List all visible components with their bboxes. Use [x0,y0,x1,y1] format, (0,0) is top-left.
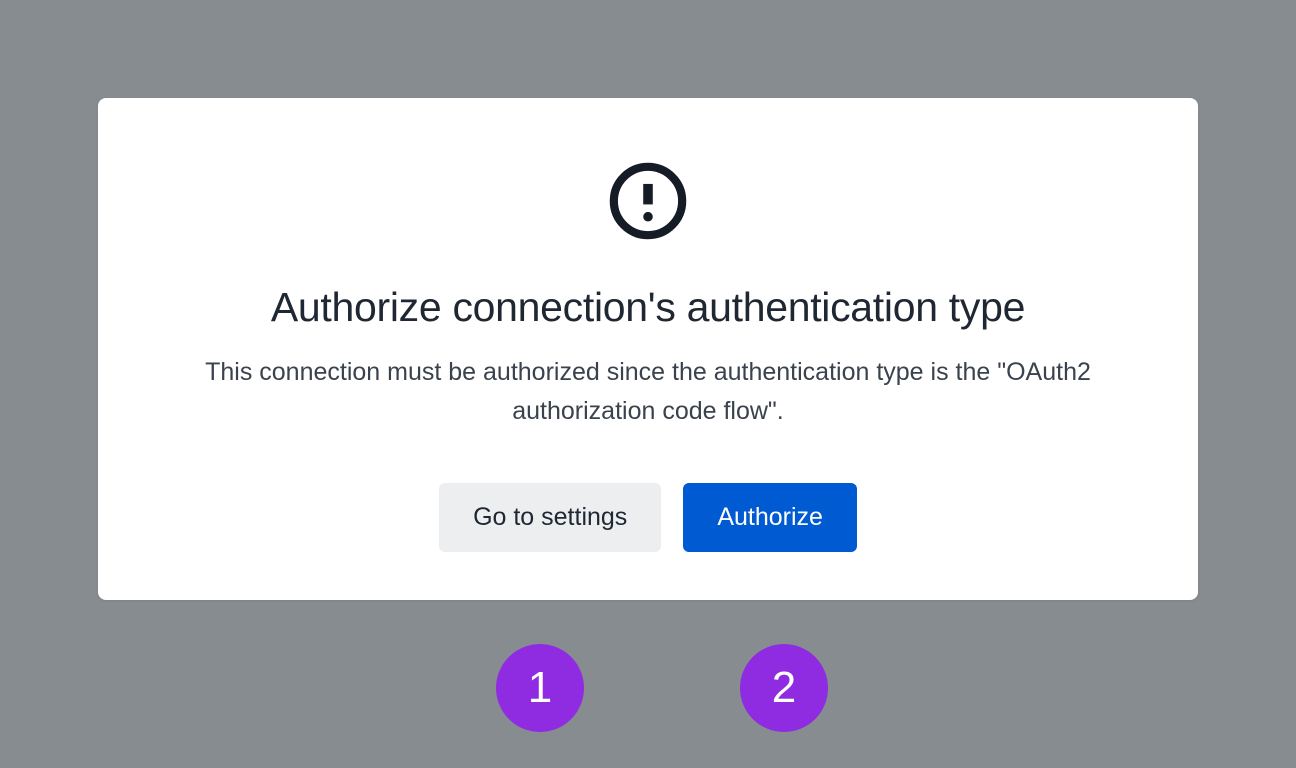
go-to-settings-button[interactable]: Go to settings [439,483,661,552]
authorize-button[interactable]: Authorize [683,483,857,552]
alert-circle-icon [607,160,689,242]
dialog-description: This connection must be authorized since… [198,353,1098,431]
callout-badge-2: 2 [740,644,828,732]
callout-badge-1: 1 [496,644,584,732]
dialog-title: Authorize connection's authentication ty… [138,284,1158,331]
dialog-button-row: Go to settings Authorize [138,483,1158,552]
authorize-dialog: Authorize connection's authentication ty… [98,98,1198,600]
alert-icon-wrap [138,160,1158,242]
